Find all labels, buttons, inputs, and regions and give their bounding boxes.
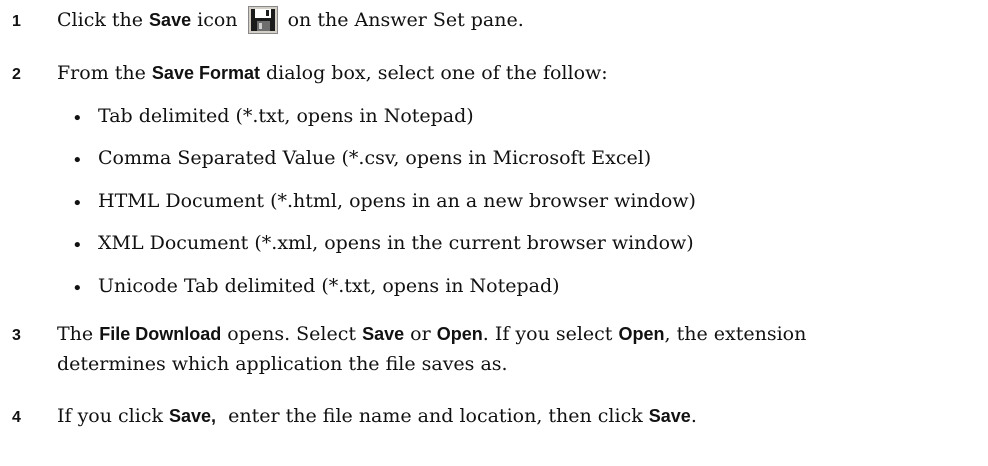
ui-term: Open (436, 324, 483, 344)
bullet-dot: • (72, 108, 83, 129)
step-number: 4 (12, 409, 21, 426)
floppy-disk-save-icon (247, 6, 278, 34)
list-item: HTML Document (*.html, opens in an a new… (98, 190, 696, 212)
bullet-dot: • (72, 150, 83, 171)
ui-term: Save Format (151, 63, 260, 83)
bullet-dot: • (72, 193, 83, 214)
step-number: 1 (12, 13, 21, 30)
step-text: From the Save Format dialog box, select … (57, 62, 608, 84)
step-number: 2 (12, 66, 21, 83)
ui-term: Save, (169, 406, 217, 426)
ui-term: Save (362, 324, 405, 344)
step-text: The File Download opens. Select Save or … (57, 323, 807, 345)
list-item: XML Document (*.xml, opens in the curren… (98, 232, 694, 254)
ui-term: Save (149, 10, 192, 30)
bullet-dot: • (72, 235, 83, 256)
step-number: 3 (12, 327, 21, 344)
list-item: Unicode Tab delimited (*.txt, opens in N… (98, 275, 560, 297)
bullet-dot: • (72, 278, 83, 299)
list-item: Tab delimited (*.txt, opens in Notepad) (98, 105, 474, 127)
step-text: Click the Save icon on the Answer Set pa… (57, 6, 985, 34)
ui-term: Save (648, 406, 691, 426)
step-text-continued: determines which application the file sa… (57, 353, 508, 375)
ui-term: File Download (99, 324, 222, 344)
ui-term: Open (618, 324, 665, 344)
list-item: Comma Separated Value (*.csv, opens in M… (98, 147, 652, 169)
step-text: If you click Save, enter the file name a… (57, 405, 697, 427)
